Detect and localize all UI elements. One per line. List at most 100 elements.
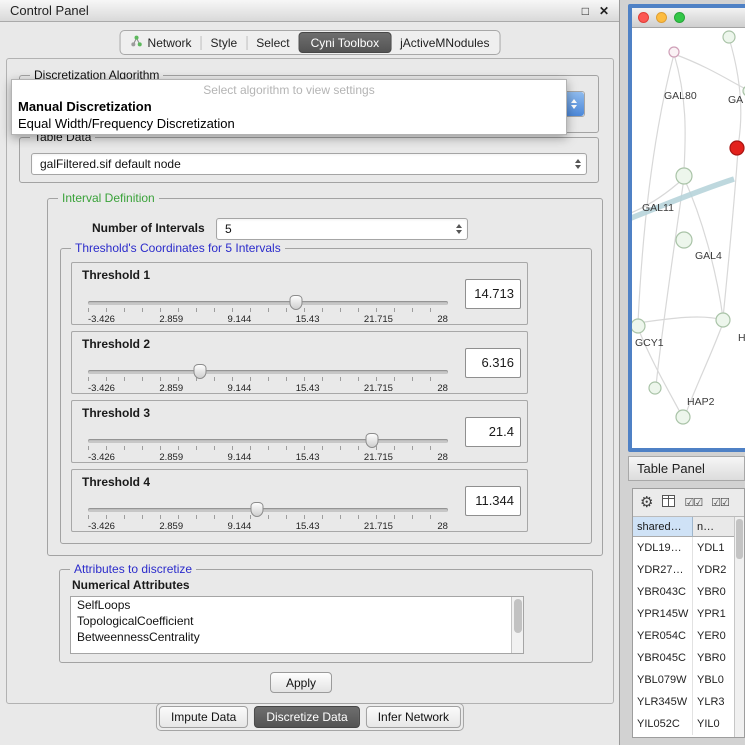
apply-button[interactable]: Apply xyxy=(270,672,332,693)
slider-track[interactable] xyxy=(88,508,448,512)
network-node[interactable] xyxy=(676,410,690,424)
cell[interactable]: YPR145W xyxy=(633,603,693,625)
cell[interactable]: YBR045C xyxy=(633,647,693,669)
tab-network[interactable]: Network xyxy=(122,32,201,53)
close-icon[interactable]: ✕ xyxy=(599,4,609,18)
threshold-2-value-field[interactable]: 6.316 xyxy=(465,348,521,378)
scale-label: 9.144 xyxy=(228,314,252,325)
table-row[interactable]: YIL052CYIL0 xyxy=(633,713,734,735)
table-toolbar: ⚙ ☑☑ ☑☑ xyxy=(633,489,744,517)
table-scrollbar[interactable] xyxy=(734,517,744,737)
cell[interactable]: YPR1 xyxy=(693,603,734,625)
network-node[interactable] xyxy=(676,168,692,184)
table-row[interactable]: YDL19…YDL1 xyxy=(633,537,734,559)
attributes-listbox[interactable]: SelfLoops TopologicalCoefficient Between… xyxy=(70,596,524,654)
scrollbar-thumb[interactable] xyxy=(514,599,522,633)
stepper-arrows-icon[interactable] xyxy=(456,224,462,234)
cell[interactable]: YER0 xyxy=(693,625,734,647)
table-row[interactable]: YLR345WYLR3 xyxy=(633,691,734,713)
threshold-1-value-field[interactable]: 14.713 xyxy=(465,279,521,309)
threshold-3-slider[interactable]: -3.4262.8599.14415.4321.71528 xyxy=(88,439,448,463)
scale-label: 21.715 xyxy=(364,383,393,394)
cell[interactable]: YBR0 xyxy=(693,647,734,669)
list-item[interactable]: TopologicalCoefficient xyxy=(71,613,523,629)
slider-track[interactable] xyxy=(88,301,448,305)
cell[interactable]: YBR043C xyxy=(633,581,693,603)
network-node[interactable] xyxy=(723,31,735,43)
tab-cyni-toolbox[interactable]: Cyni Toolbox xyxy=(299,32,391,53)
control-panel-titlebar[interactable]: Control Panel □ ✕ xyxy=(0,0,619,22)
cell[interactable]: YLR3 xyxy=(693,691,734,713)
algorithm-dropdown-menu: Select algorithm to view settings Manual… xyxy=(11,79,567,135)
scale-label: -3.426 xyxy=(88,314,115,325)
cell[interactable]: YDL19… xyxy=(633,537,693,559)
threshold-1-slider-thumb[interactable] xyxy=(289,295,302,310)
cell[interactable]: YDR27… xyxy=(633,559,693,581)
tab-discretize-data[interactable]: Discretize Data xyxy=(254,706,359,728)
menu-item-equal-width-frequency[interactable]: Equal Width/Frequency Discretization xyxy=(12,115,566,132)
select-all-checkbox-icon[interactable]: ☑☑ xyxy=(684,496,702,509)
cell[interactable]: YIL0 xyxy=(693,713,734,735)
network-node[interactable] xyxy=(669,47,679,57)
stepper-arrows-icon[interactable] xyxy=(575,159,581,169)
split-columns-icon[interactable] xyxy=(662,495,675,510)
list-item[interactable]: SelfLoops xyxy=(71,597,523,613)
minimize-button[interactable] xyxy=(656,12,667,23)
column-header-name[interactable]: n… xyxy=(693,517,734,537)
close-button[interactable] xyxy=(638,12,649,23)
tab-label: Select xyxy=(256,36,289,50)
cell[interactable]: YBL079W xyxy=(633,669,693,691)
cell[interactable]: YIL052C xyxy=(633,713,693,735)
slider-scale: -3.4262.8599.14415.4321.71528 xyxy=(88,314,448,325)
zoom-button[interactable] xyxy=(674,12,685,23)
cell[interactable]: YER054C xyxy=(633,625,693,647)
network-node[interactable] xyxy=(649,382,661,394)
float-window-icon[interactable]: □ xyxy=(582,4,589,18)
threshold-3-value-field[interactable]: 21.4 xyxy=(465,417,521,447)
table-panel-titlebar[interactable]: Table Panel xyxy=(628,456,745,481)
cell[interactable]: YBR0 xyxy=(693,581,734,603)
table-row[interactable]: YBR043CYBR0 xyxy=(633,581,734,603)
table-row[interactable]: YPR145WYPR1 xyxy=(633,603,734,625)
network-view-window[interactable]: GAL80 GA GAL11 GAL4 GCY1 H HAP2 xyxy=(628,4,745,452)
threshold-2-slider-thumb[interactable] xyxy=(193,364,206,379)
cell[interactable]: YDL1 xyxy=(693,537,734,559)
tab-select[interactable]: Select xyxy=(247,32,298,53)
node-label: H xyxy=(738,332,745,344)
network-canvas[interactable]: GAL80 GA GAL11 GAL4 GCY1 H HAP2 xyxy=(632,28,745,452)
list-item[interactable]: BetweennessCentrality xyxy=(71,629,523,645)
network-window-titlebar[interactable] xyxy=(632,8,745,28)
network-node[interactable] xyxy=(632,319,645,333)
selected-network-node[interactable] xyxy=(730,141,744,155)
table-row[interactable]: YER054CYER0 xyxy=(633,625,734,647)
scrollbar-thumb[interactable] xyxy=(736,519,743,559)
threshold-3-slider-thumb[interactable] xyxy=(366,433,379,448)
cell[interactable]: YDR2 xyxy=(693,559,734,581)
table-row[interactable]: YBL079WYBL0 xyxy=(633,669,734,691)
threshold-4-slider[interactable]: -3.4262.8599.14415.4321.71528 xyxy=(88,508,448,532)
select-none-checkbox-icon[interactable]: ☑☑ xyxy=(711,496,729,509)
tab-infer-network[interactable]: Infer Network xyxy=(366,706,461,728)
threshold-4-slider-thumb[interactable] xyxy=(251,502,264,517)
table-data-combobox[interactable]: galFiltered.sif default node xyxy=(31,153,587,175)
slider-track[interactable] xyxy=(88,370,448,374)
listbox-scrollbar[interactable] xyxy=(511,597,523,653)
cell[interactable]: YBL0 xyxy=(693,669,734,691)
table-row[interactable]: YDR27…YDR2 xyxy=(633,559,734,581)
table-row[interactable]: YBR045CYBR0 xyxy=(633,647,734,669)
column-header-shared-name[interactable]: shared… xyxy=(633,517,693,537)
threshold-label: Threshold 3 xyxy=(82,406,150,420)
tab-impute-data[interactable]: Impute Data xyxy=(159,706,248,728)
threshold-1-slider[interactable]: -3.4262.8599.14415.4321.71528 xyxy=(88,301,448,325)
settings-gear-icon[interactable]: ⚙ xyxy=(640,495,653,510)
network-node[interactable] xyxy=(676,232,692,248)
tab-style[interactable]: Style xyxy=(202,32,247,53)
threshold-2-slider[interactable]: -3.4262.8599.14415.4321.71528 xyxy=(88,370,448,394)
menu-item-manual-discretization[interactable]: Manual Discretization xyxy=(12,98,566,115)
slider-track[interactable] xyxy=(88,439,448,443)
num-intervals-combobox[interactable]: 5 xyxy=(216,218,468,240)
tab-jactivemnodules[interactable]: jActiveMNodules xyxy=(391,32,498,53)
threshold-4-value-field[interactable]: 11.344 xyxy=(465,486,521,516)
network-node[interactable] xyxy=(716,313,730,327)
cell[interactable]: YLR345W xyxy=(633,691,693,713)
